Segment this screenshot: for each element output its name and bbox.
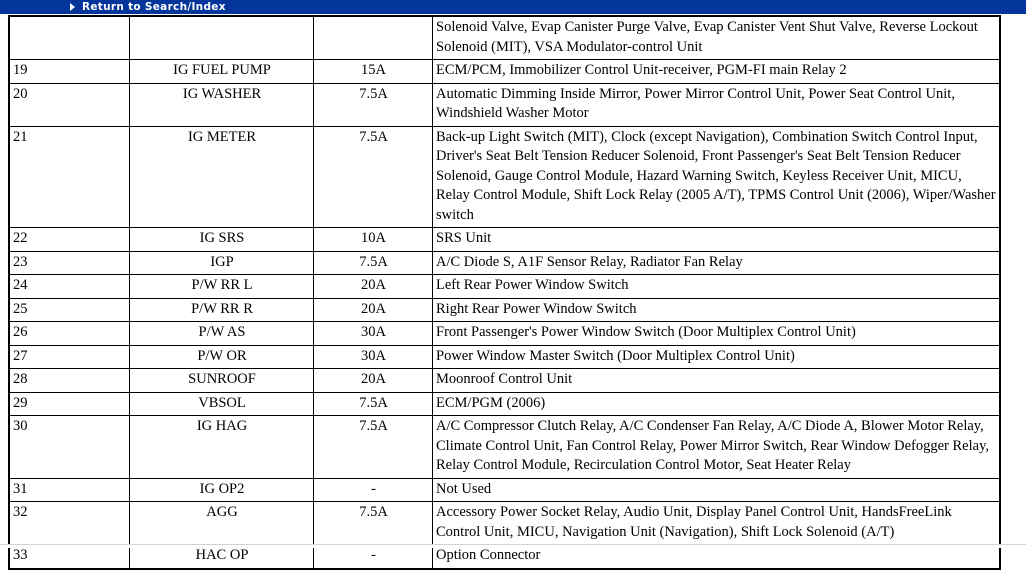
fuse-table-container: Solenoid Valve, Evap Canister Purge Valv…: [8, 15, 1001, 570]
table-row: 31 IG OP2- Not Used: [8, 477, 1001, 502]
amperage-cell: -: [313, 544, 433, 569]
amperage-cell: 20A: [313, 274, 433, 299]
components-cell: ECM/PCM, Immobilizer Control Unit-receiv…: [432, 59, 1001, 84]
fuse-number-cell: 33: [8, 544, 130, 569]
table-row: 32 AGG 7.5A Accessory Power Socket Relay, A…: [8, 501, 1001, 545]
triangle-right-icon: [70, 3, 75, 11]
amperage-cell: 10A: [313, 227, 433, 252]
table-row: 33 HAC OP - Option Connector: [8, 544, 1001, 569]
components-cell: Back-up Light Switch (MIT), Clock (excep…: [432, 125, 1001, 228]
table-row: Solenoid Valve, Evap Canister Purge Valv…: [8, 15, 1001, 60]
fuse-number-cell: 19: [8, 59, 130, 84]
components-cell: Power Window Master Switch (Door Multipl…: [432, 344, 1001, 369]
table-row: 25 P/W RR R 20A Right Rear Power Window Swi…: [8, 297, 1001, 322]
table-row: 19 IG FUEL PUMP 15A ECM/PCM, Immobilizer Co…: [8, 59, 1001, 84]
components-cell: Right Rear Power Window Switch: [432, 297, 1001, 322]
fuse-number-cell: 26: [8, 321, 130, 346]
components-cell: Solenoid Valve, Evap Canister Purge Valv…: [432, 15, 1001, 60]
table-row: 21 IG METER 7.5A Back-up Light Switch (MIT)…: [8, 125, 1001, 228]
fuse-number-cell: 22: [8, 227, 130, 252]
fuse-specification-table: Solenoid Valve, Evap Canister Purge Valv…: [8, 15, 1001, 570]
amperage-cell: 7.5A: [313, 125, 433, 228]
table-row: 30 IG HAG 7.5A A/C Compressor Clutch Relay,…: [8, 415, 1001, 479]
table-row: 28 SUNROOF 20A Moonroof Control Unit: [8, 368, 1001, 393]
components-cell: Not Used: [432, 477, 1001, 502]
circuit-name-cell: P/W AS: [129, 321, 314, 346]
amperage-cell: 20A: [313, 297, 433, 322]
fuse-number-cell: [8, 15, 130, 60]
amperage-cell: 7.5A: [313, 415, 433, 479]
amperage-cell: 20A: [313, 368, 433, 393]
components-cell: SRS Unit: [432, 227, 1001, 252]
circuit-name-cell: P/W RR R: [129, 297, 314, 322]
table-row: 26 P/W AS 30A Front Passenger's Power Windo…: [8, 321, 1001, 346]
amperage-cell: 15A: [313, 59, 433, 84]
circuit-name-cell: VBSOL: [129, 391, 314, 416]
circuit-name-cell: IG METER: [129, 125, 314, 228]
fuse-number-cell: 28: [8, 368, 130, 393]
amperage-cell: 30A: [313, 344, 433, 369]
circuit-name-cell: IG SRS: [129, 227, 314, 252]
return-to-search-index-label: Return to Search/Index: [82, 1, 226, 13]
components-cell: Accessory Power Socket Relay, Audio Unit…: [432, 501, 1001, 545]
circuit-name-cell: IGP: [129, 250, 314, 275]
circuit-name-cell: HAC OP: [129, 544, 314, 569]
fuse-number-cell: 25: [8, 297, 130, 322]
return-to-search-index-link[interactable]: Return to Search/Index: [70, 0, 226, 14]
components-cell: Automatic Dimming Inside Mirror, Power M…: [432, 82, 1001, 127]
circuit-name-cell: SUNROOF: [129, 368, 314, 393]
table-row: 27 P/W OR 30A Power Window Master Switch (D…: [8, 344, 1001, 369]
fuse-number-cell: 31: [8, 477, 130, 502]
table-row: 22 IG SRS 10A SRS Unit: [8, 227, 1001, 252]
components-cell: Front Passenger's Power Window Switch (D…: [432, 321, 1001, 346]
fuse-number-cell: 27: [8, 344, 130, 369]
fuse-number-cell: 24: [8, 274, 130, 299]
components-cell: Left Rear Power Window Switch: [432, 274, 1001, 299]
components-cell: A/C Diode S, A1F Sensor Relay, Radiator …: [432, 250, 1001, 275]
circuit-name-cell: P/W OR: [129, 344, 314, 369]
circuit-name-cell: P/W RR L: [129, 274, 314, 299]
amperage-cell: 7.5A: [313, 82, 433, 127]
amperage-cell: 30A: [313, 321, 433, 346]
components-cell: Moonroof Control Unit: [432, 368, 1001, 393]
components-cell: A/C Compressor Clutch Relay, A/C Condens…: [432, 415, 1001, 479]
amperage-cell: 7.5A: [313, 391, 433, 416]
circuit-name-cell: AGG: [129, 501, 314, 545]
components-cell: Option Connector: [432, 544, 1001, 569]
fuse-number-cell: 20: [8, 82, 130, 127]
fuse-table-body: Solenoid Valve, Evap Canister Purge Valv…: [8, 15, 1001, 569]
fuse-number-cell: 23: [8, 250, 130, 275]
amperage-cell: 7.5A: [313, 501, 433, 545]
amperage-cell: [313, 15, 433, 60]
circuit-name-cell: IG HAG: [129, 415, 314, 479]
table-row: 24 P/W RR L 20A Left Rear Power Window Swit…: [8, 274, 1001, 299]
amperage-cell: -: [313, 477, 433, 502]
circuit-name-cell: IG FUEL PUMP: [129, 59, 314, 84]
circuit-name-cell: IG WASHER: [129, 82, 314, 127]
circuit-name-cell: [129, 15, 314, 60]
fuse-number-cell: 21: [8, 125, 130, 228]
amperage-cell: 7.5A: [313, 250, 433, 275]
table-row: 29 VBSOL 7.5A ECM/PGM (2006): [8, 391, 1001, 416]
components-cell: ECM/PGM (2006): [432, 391, 1001, 416]
fuse-number-cell: 32: [8, 501, 130, 545]
top-navigation-bar: Return to Search/Index: [0, 0, 1026, 14]
table-row: 20 IG WASHER 7.5A Automatic Dimming Inside …: [8, 82, 1001, 127]
table-row: 23 IGP 7.5A A/C Diode S, A1F Sensor Relay, …: [8, 250, 1001, 275]
circuit-name-cell: IG OP2: [129, 477, 314, 502]
fuse-number-cell: 29: [8, 391, 130, 416]
fuse-number-cell: 30: [8, 415, 130, 479]
